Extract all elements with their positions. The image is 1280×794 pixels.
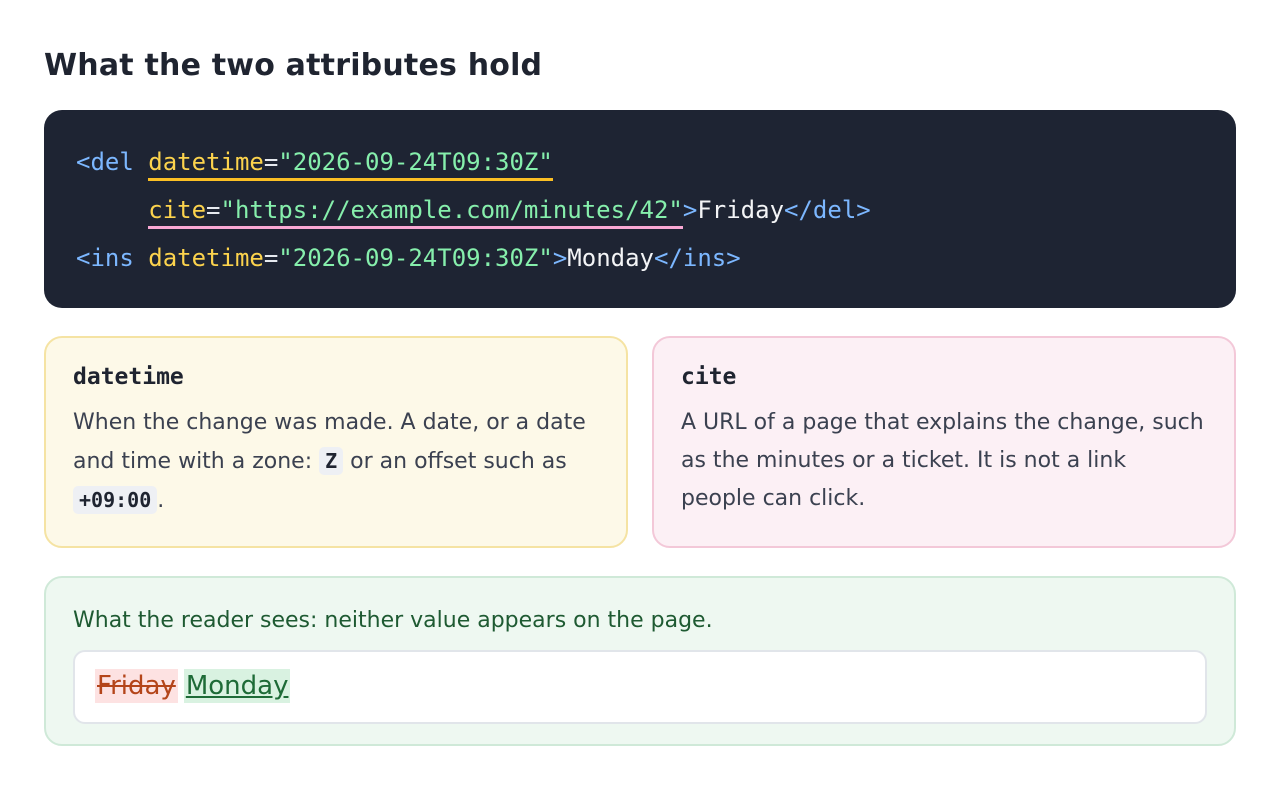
ins-content: Monday <box>567 244 654 272</box>
offset-code: +09:00 <box>73 486 158 514</box>
datetime-card: datetime When the change was made. A dat… <box>44 336 628 548</box>
code-line-1: <del datetime="2026-09-24T09:30Z" <box>76 140 1204 188</box>
datetime-attr-name: datetime <box>148 148 264 176</box>
datetime-card-title: datetime <box>73 364 184 390</box>
zone-z-code: Z <box>319 447 344 475</box>
cite-attr-value: "https://example.com/minutes/42" <box>220 196 683 224</box>
ins-close-tag: </ins> <box>654 244 741 272</box>
ins-open-tag: <ins <box>76 244 149 272</box>
datetime-attribute-highlight: datetime="2026-09-24T09:30Z" <box>148 148 553 181</box>
cite-attr-name: cite <box>148 196 207 224</box>
equals-sign: = <box>263 244 279 272</box>
datetime-attr-value: "2026-09-24T09:30Z" <box>278 148 553 176</box>
cite-card: cite A URL of a page that explains the c… <box>652 336 1236 548</box>
cite-card-title: cite <box>681 364 737 390</box>
cite-attribute-highlight: cite="https://example.com/minutes/42" <box>148 196 683 229</box>
inserted-text: Monday <box>183 669 291 703</box>
cite-card-description: A URL of a page that explains the change… <box>681 410 1204 511</box>
datetime-text-after: . <box>157 488 165 513</box>
reader-view-panel: What the reader sees: neither value appe… <box>44 576 1236 746</box>
deleted-text: Friday <box>95 669 178 703</box>
rendered-preview: Friday Monday <box>73 650 1207 724</box>
del-close-tag: </del> <box>784 196 871 224</box>
datetime-card-description: When the change was made. A date, or a d… <box>73 404 599 520</box>
reader-caption: What the reader sees: neither value appe… <box>73 608 713 633</box>
ins-datetime-attr-value: "2026-09-24T09:30Z" <box>278 244 553 272</box>
equals-sign: = <box>206 196 221 224</box>
code-line-3: <ins datetime="2026-09-24T09:30Z">Monday… <box>76 236 1204 284</box>
code-line-2: cite="https://example.com/minutes/42">Fr… <box>76 188 1204 236</box>
code-block: <del datetime="2026-09-24T09:30Z" cite="… <box>44 110 1236 308</box>
page-title: What the two attributes hold <box>44 48 543 83</box>
tag-close-bracket: > <box>682 196 698 224</box>
tag-close-bracket: > <box>552 244 568 272</box>
del-open-tag: <del <box>76 148 149 176</box>
del-content: Friday <box>697 196 785 224</box>
equals-sign: = <box>263 148 279 176</box>
ins-datetime-attr-name: datetime <box>148 244 264 272</box>
datetime-text-middle: or an offset such as <box>343 449 567 474</box>
